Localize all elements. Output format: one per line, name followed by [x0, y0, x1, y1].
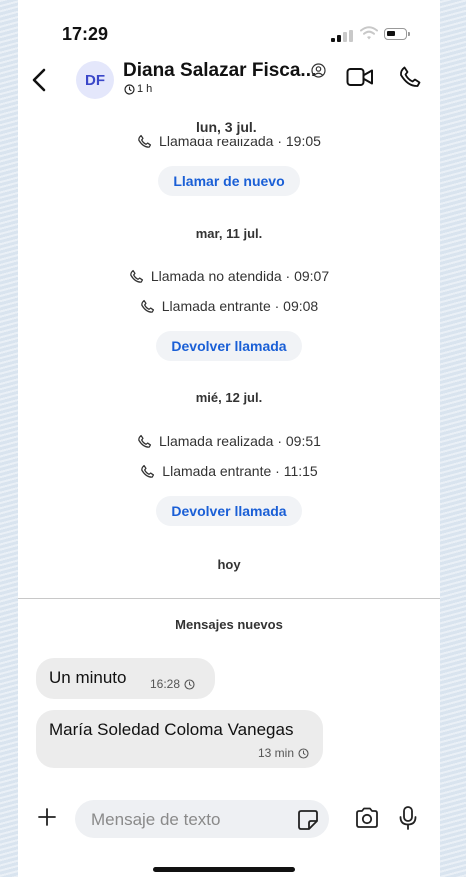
message-time: 13 min — [257, 746, 294, 760]
timer-icon — [184, 678, 195, 690]
call-back-pill: Devolver llamada — [18, 331, 440, 361]
battery-icon — [384, 28, 410, 40]
call-back-button[interactable]: Devolver llamada — [156, 331, 302, 361]
date-separator: mié, 12 jul. — [195, 390, 263, 405]
call-event-text: Llamada realizada · 09:51 — [159, 433, 321, 449]
message-compose-box[interactable] — [75, 800, 329, 840]
message-meta: 13 min — [258, 746, 309, 760]
phone-call-icon[interactable] — [398, 64, 422, 90]
video-call-icon[interactable] — [346, 66, 374, 88]
plus-icon[interactable] — [36, 806, 58, 828]
call-event: Llamada no atendida · 09:07 — [18, 268, 440, 284]
call-event: Llamada entrante · 11:15 — [18, 463, 440, 479]
new-messages-divider — [18, 598, 440, 599]
date-separator: mar, 11 jul. — [195, 226, 263, 241]
phone-screen: 17:29 DF Diana Salazar Fisca... 1 h lun,… — [18, 0, 440, 877]
call-event-text: Llamada entrante · 11:15 — [162, 463, 318, 479]
message-meta: 16:28 — [150, 677, 195, 691]
wifi-icon — [360, 26, 378, 40]
timer-icon — [298, 747, 309, 759]
timer-label: 1 h — [137, 83, 153, 95]
microphone-icon[interactable] — [398, 805, 418, 831]
phone-icon — [141, 464, 155, 478]
call-event-text: Llamada no atendida · 09:07 — [150, 268, 330, 284]
message-text: María Soledad Coloma Vanegas — [49, 720, 294, 739]
signal-icon — [331, 30, 353, 42]
contact-profile-icon — [311, 63, 326, 78]
message-text: Un minuto — [49, 668, 127, 687]
sticky-date-label: lun, 3 jul. — [188, 115, 265, 139]
avatar[interactable]: DF — [76, 61, 114, 99]
contact-name[interactable]: Diana Salazar Fisca... — [123, 60, 316, 82]
phone-icon — [138, 134, 152, 148]
call-back-button[interactable]: Devolver llamada — [156, 496, 302, 526]
message-time: 16:28 — [150, 677, 181, 691]
camera-icon[interactable] — [354, 806, 380, 830]
call-event-text: Llamada entrante · 09:08 — [161, 298, 319, 314]
sticker-icon[interactable] — [296, 808, 320, 832]
date-separator-today: hoy — [217, 557, 241, 572]
home-indicator[interactable] — [153, 867, 295, 872]
back-icon[interactable] — [26, 64, 54, 96]
phone-icon — [138, 434, 152, 448]
call-again-button[interactable]: Llamar de nuevo — [158, 166, 300, 196]
message-bubble[interactable]: Un minuto 16:28 — [36, 658, 215, 699]
new-messages-label: Mensajes nuevos — [175, 617, 283, 632]
timer-icon — [124, 83, 135, 95]
message-bubble[interactable]: María Soledad Coloma Vanegas 13 min — [36, 710, 323, 768]
call-event: Llamada entrante · 09:08 — [18, 298, 440, 314]
message-input[interactable] — [89, 800, 283, 840]
status-time: 17:29 — [62, 24, 109, 44]
call-event: Llamada realizada · 09:51 — [18, 433, 440, 449]
call-again-pill: Llamar de nuevo — [18, 166, 440, 196]
phone-icon — [140, 299, 154, 313]
phone-icon — [130, 269, 143, 283]
disappearing-timer: 1 h — [124, 83, 152, 95]
call-back-pill: Devolver llamada — [18, 496, 440, 526]
